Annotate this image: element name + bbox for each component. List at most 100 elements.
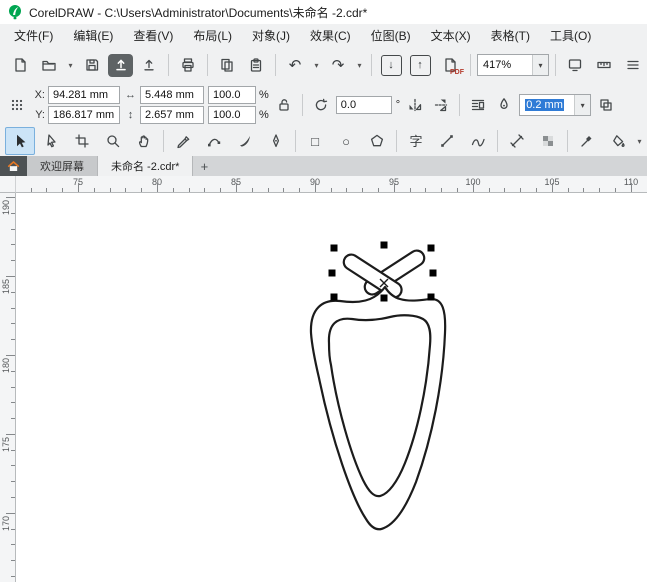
copy-button[interactable] xyxy=(214,52,240,78)
object-width-field[interactable]: 5.448 mm xyxy=(140,86,204,104)
x-position-field[interactable]: 94.281 mm xyxy=(48,86,120,104)
scale-x-field[interactable]: 100.0 xyxy=(208,86,256,104)
object-height-field[interactable]: 2.657 mm xyxy=(140,106,204,124)
rotation-icon xyxy=(310,94,332,116)
y-position-field[interactable]: 186.817 mm xyxy=(48,106,120,124)
publish-pdf-button[interactable]: PDF xyxy=(436,52,464,78)
degree-label: ° xyxy=(395,99,401,111)
new-document-tab-button[interactable]: + xyxy=(193,156,215,176)
pick-tool-button[interactable] xyxy=(5,127,35,155)
freehand-tool-button[interactable] xyxy=(168,127,198,155)
text-tool-button[interactable]: 字 xyxy=(401,127,431,155)
dimension-tool-button[interactable] xyxy=(502,127,532,155)
vruler-number: 180 xyxy=(1,358,11,374)
mirror-horizontal-button[interactable] xyxy=(404,94,426,116)
vruler-number: 170 xyxy=(1,516,11,532)
vruler-number: 175 xyxy=(1,437,11,453)
new-document-button[interactable] xyxy=(7,52,33,78)
bspline-tool-button[interactable] xyxy=(463,127,493,155)
outline-width-dropdown-icon[interactable]: ▾ xyxy=(574,95,591,115)
polygon-tool-button[interactable] xyxy=(362,127,392,155)
outline-width-combobox[interactable]: 0.2 mm ▾ xyxy=(519,94,592,116)
ellipse-tool-button[interactable]: ○ xyxy=(331,127,361,155)
toolbox-separator xyxy=(567,130,568,152)
open-document-button[interactable] xyxy=(36,52,62,78)
toolbar-separator xyxy=(371,54,372,76)
menu-text[interactable]: 文本(X) xyxy=(421,24,481,47)
menu-bitmaps[interactable]: 位图(B) xyxy=(361,24,421,47)
toolbox: □ ○ 字 ▾ xyxy=(0,126,647,157)
menu-effects[interactable]: 效果(C) xyxy=(300,24,361,47)
drawing-canvas[interactable] xyxy=(16,193,647,582)
menu-file[interactable]: 文件(F) xyxy=(4,24,63,47)
handle-bottom-middle[interactable] xyxy=(380,294,388,302)
tab-document[interactable]: 未命名 -2.cdr* xyxy=(98,156,194,176)
undo-dropdown[interactable]: ▾ xyxy=(311,52,322,78)
redo-dropdown[interactable]: ▾ xyxy=(354,52,365,78)
vertical-ruler[interactable]: 190 185 180 175 170 xyxy=(0,193,16,582)
mirror-vertical-button[interactable] xyxy=(430,94,452,116)
menu-object[interactable]: 对象(J) xyxy=(242,24,300,47)
tab-welcome-screen[interactable]: 欢迎屏幕 xyxy=(27,156,98,176)
export-icon: ↑ xyxy=(409,54,431,76)
handle-bottom-left[interactable] xyxy=(330,293,338,301)
print-button[interactable] xyxy=(175,52,201,78)
pen-tool-button[interactable] xyxy=(261,127,291,155)
eyedropper-tool-button[interactable] xyxy=(572,127,602,155)
cloud-sync-button[interactable] xyxy=(136,52,162,78)
handle-bottom-right[interactable] xyxy=(427,293,435,301)
object-origin-button[interactable] xyxy=(6,94,28,116)
to-front-button[interactable] xyxy=(595,94,617,116)
artistic-media-tool-button[interactable] xyxy=(230,127,260,155)
handle-middle-right[interactable] xyxy=(429,269,437,277)
zoom-tool-button[interactable] xyxy=(98,127,128,155)
home-tab[interactable] xyxy=(0,156,27,176)
handle-top-right[interactable] xyxy=(427,244,435,252)
export-button[interactable]: ↑ xyxy=(407,52,433,78)
fullscreen-preview-button[interactable] xyxy=(562,52,588,78)
open-dropdown[interactable]: ▾ xyxy=(65,52,76,78)
paste-button[interactable] xyxy=(243,52,269,78)
save-button[interactable] xyxy=(79,52,105,78)
undo-button[interactable]: ↶ xyxy=(282,52,308,78)
carrot-drawing[interactable] xyxy=(16,193,647,582)
wrap-text-button[interactable] xyxy=(467,94,489,116)
y-label: Y: xyxy=(35,109,45,121)
zoom-level-combobox[interactable]: 417% ▾ xyxy=(477,54,549,76)
pan-tool-button[interactable] xyxy=(129,127,159,155)
handle-middle-left[interactable] xyxy=(328,269,336,277)
cloud-upload-button[interactable] xyxy=(108,53,133,77)
options-button[interactable] xyxy=(620,52,646,78)
shape-tool-button[interactable] xyxy=(36,127,66,155)
bezier-tool-button[interactable] xyxy=(199,127,229,155)
menu-tools[interactable]: 工具(O) xyxy=(540,24,601,47)
menu-view[interactable]: 查看(V) xyxy=(123,24,183,47)
horizontal-ruler[interactable]: 75 80 85 90 95 100 105 110 xyxy=(16,176,647,193)
handle-top-middle[interactable] xyxy=(380,241,388,249)
pdf-label: PDF xyxy=(450,69,464,76)
menu-table[interactable]: 表格(T) xyxy=(481,24,540,47)
zoom-dropdown-icon[interactable]: ▾ xyxy=(532,55,548,75)
scale-y-field[interactable]: 100.0 xyxy=(208,106,256,124)
toolbar-separator xyxy=(470,54,471,76)
show-rulers-button[interactable] xyxy=(591,52,617,78)
toolbox-separator xyxy=(163,130,164,152)
redo-button[interactable]: ↷ xyxy=(325,52,351,78)
rectangle-tool-button[interactable]: □ xyxy=(300,127,330,155)
lock-ratio-button[interactable] xyxy=(273,94,295,116)
interactive-fill-tool-button[interactable] xyxy=(603,127,633,155)
handle-top-left[interactable] xyxy=(330,244,338,252)
welcome-tab-label: 欢迎屏幕 xyxy=(40,161,84,173)
two-point-line-tool-button[interactable] xyxy=(432,127,462,155)
menu-layout[interactable]: 布局(L) xyxy=(183,24,242,47)
rotation-angle-field[interactable]: 0.0 xyxy=(335,96,392,114)
window-title: CorelDRAW - C:\Users\Administrator\Docum… xyxy=(29,5,368,20)
ruler-origin-box[interactable] xyxy=(0,176,16,193)
menu-bar: 文件(F) 编辑(E) 查看(V) 布局(L) 对象(J) 效果(C) 位图(B… xyxy=(0,24,647,46)
transparency-tool-button[interactable] xyxy=(533,127,563,155)
crop-tool-button[interactable] xyxy=(67,127,97,155)
carrot-body-outline[interactable] xyxy=(309,285,447,531)
import-button[interactable]: ↓ xyxy=(378,52,404,78)
menu-edit[interactable]: 编辑(E) xyxy=(63,24,123,47)
fill-tool-dropdown[interactable]: ▾ xyxy=(634,128,645,154)
